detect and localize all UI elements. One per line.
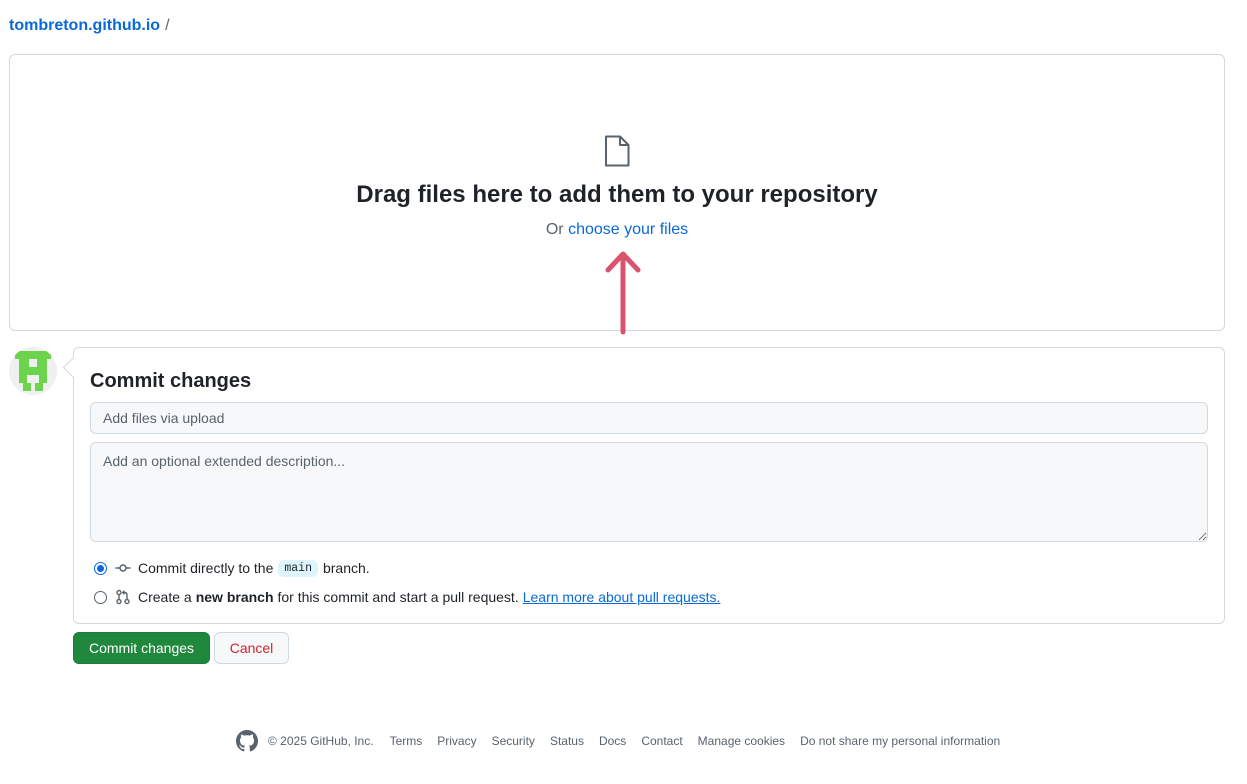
- dropzone-prefix: Or: [545, 221, 564, 238]
- footer-link-terms[interactable]: Terms: [390, 734, 423, 748]
- new-branch-suffix: for this commit and start a pull request…: [277, 589, 519, 605]
- footer-link-status[interactable]: Status: [550, 734, 584, 748]
- footer-link-contact[interactable]: Contact: [641, 734, 682, 748]
- git-pull-request-icon: [116, 589, 130, 605]
- up-arrow-icon: [605, 251, 641, 335]
- choose-files-link[interactable]: choose your files: [568, 221, 688, 238]
- git-commit-icon: [115, 564, 131, 572]
- option-new-branch[interactable]: Create a new branch for this commit and …: [94, 587, 720, 607]
- commit-description-input[interactable]: [90, 442, 1208, 542]
- footer-link-security[interactable]: Security: [492, 734, 535, 748]
- commit-direct-prefix: Commit directly to the: [138, 560, 274, 576]
- commit-direct-radio[interactable]: [94, 561, 107, 575]
- avatar: [9, 347, 57, 395]
- commit-direct-suffix: branch.: [322, 560, 370, 576]
- dropzone-title: Drag files here to add them to your repo…: [356, 181, 878, 208]
- github-logo-icon[interactable]: [236, 730, 258, 752]
- identicon-icon: [9, 347, 57, 395]
- learn-pull-requests-link[interactable]: Learn more about pull requests.: [523, 589, 721, 605]
- breadcrumb-separator: /: [165, 17, 170, 34]
- footer-copyright: © 2025 GitHub, Inc.: [268, 734, 374, 748]
- file-icon: [605, 135, 630, 167]
- footer-link-docs[interactable]: Docs: [599, 734, 626, 748]
- footer-link-privacy[interactable]: Privacy: [437, 734, 476, 748]
- commit-changes-button[interactable]: Commit changes: [73, 632, 210, 664]
- commit-title: Commit changes: [90, 370, 252, 392]
- new-branch-prefix: Create a: [138, 589, 192, 605]
- commit-summary-input[interactable]: [90, 402, 1208, 434]
- comment-caret: [62, 356, 85, 379]
- repo-link[interactable]: tombreton.github.io: [9, 17, 160, 34]
- footer-link-do-not-share[interactable]: Do not share my personal information: [800, 734, 1000, 748]
- branch-name: main: [278, 559, 318, 577]
- footer: © 2025 GitHub, Inc. Terms Privacy Securi…: [236, 730, 1015, 752]
- option-commit-direct[interactable]: Commit directly to the main branch.: [94, 558, 370, 578]
- footer-link-manage-cookies[interactable]: Manage cookies: [698, 734, 785, 748]
- new-branch-radio[interactable]: [94, 590, 107, 604]
- cancel-button[interactable]: Cancel: [214, 632, 289, 664]
- breadcrumb: tombreton.github.io /: [9, 17, 170, 35]
- dropzone-subtitle: Or choose your files: [10, 221, 1224, 239]
- commit-form: Commit changes Commit directly to the ma…: [62, 347, 1225, 624]
- new-branch-bold: new branch: [195, 589, 274, 605]
